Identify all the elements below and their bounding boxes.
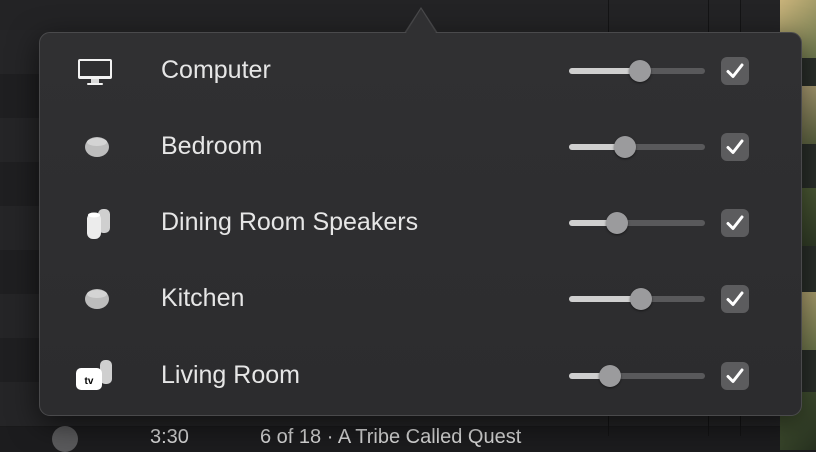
background-track-row: 3:30 6 of 18 · A Tribe Called Quest	[0, 416, 780, 452]
volume-slider-knob[interactable]	[605, 212, 628, 234]
device-row: Bedroom	[40, 117, 801, 177]
computer-icon	[72, 53, 118, 89]
volume-slider-knob[interactable]	[598, 365, 621, 387]
svg-text:tv: tv	[85, 376, 94, 387]
device-row: Kitchen	[40, 269, 801, 329]
device-label: Computer	[161, 56, 271, 84]
device-label: Bedroom	[161, 132, 263, 160]
device-checkbox[interactable]	[721, 285, 749, 313]
device-row: Computer	[40, 41, 801, 101]
volume-slider[interactable]	[569, 136, 705, 158]
volume-slider[interactable]	[569, 212, 705, 234]
device-checkbox[interactable]	[721, 133, 749, 161]
device-label: Living Room	[161, 361, 300, 389]
popover-arrow-fill	[406, 9, 436, 33]
checkmark-icon	[726, 291, 744, 306]
device-checkbox[interactable]	[721, 362, 749, 390]
checkmark-icon	[726, 215, 744, 230]
device-label: Kitchen	[161, 284, 245, 312]
track-status-icon	[52, 426, 78, 452]
checkmark-icon	[726, 63, 744, 78]
homepod-pair-icon	[72, 205, 118, 241]
device-row: tv Living Room	[40, 346, 801, 406]
device-label: Dining Room Speakers	[161, 208, 419, 236]
volume-slider-knob[interactable]	[630, 288, 653, 310]
checkmark-icon	[726, 368, 744, 383]
track-time: 3:30	[150, 426, 189, 448]
appletv-homepod-icon: tv	[72, 358, 118, 394]
device-row: Dining Room Speakers	[40, 193, 801, 253]
homepod-mini-icon	[72, 129, 118, 165]
device-checkbox[interactable]	[721, 209, 749, 237]
volume-slider-knob[interactable]	[613, 136, 636, 158]
volume-slider-knob[interactable]	[628, 60, 651, 82]
device-checkbox[interactable]	[721, 57, 749, 85]
checkmark-icon	[726, 139, 744, 154]
volume-slider[interactable]	[569, 60, 705, 82]
homepod-mini-icon	[72, 281, 118, 317]
volume-slider[interactable]	[569, 365, 705, 387]
airplay-device-popover: Computer Bedroom Dining Room Speakers Kitch…	[39, 32, 802, 416]
volume-slider[interactable]	[569, 288, 705, 310]
track-info: 6 of 18 · A Tribe Called Quest	[260, 426, 522, 448]
